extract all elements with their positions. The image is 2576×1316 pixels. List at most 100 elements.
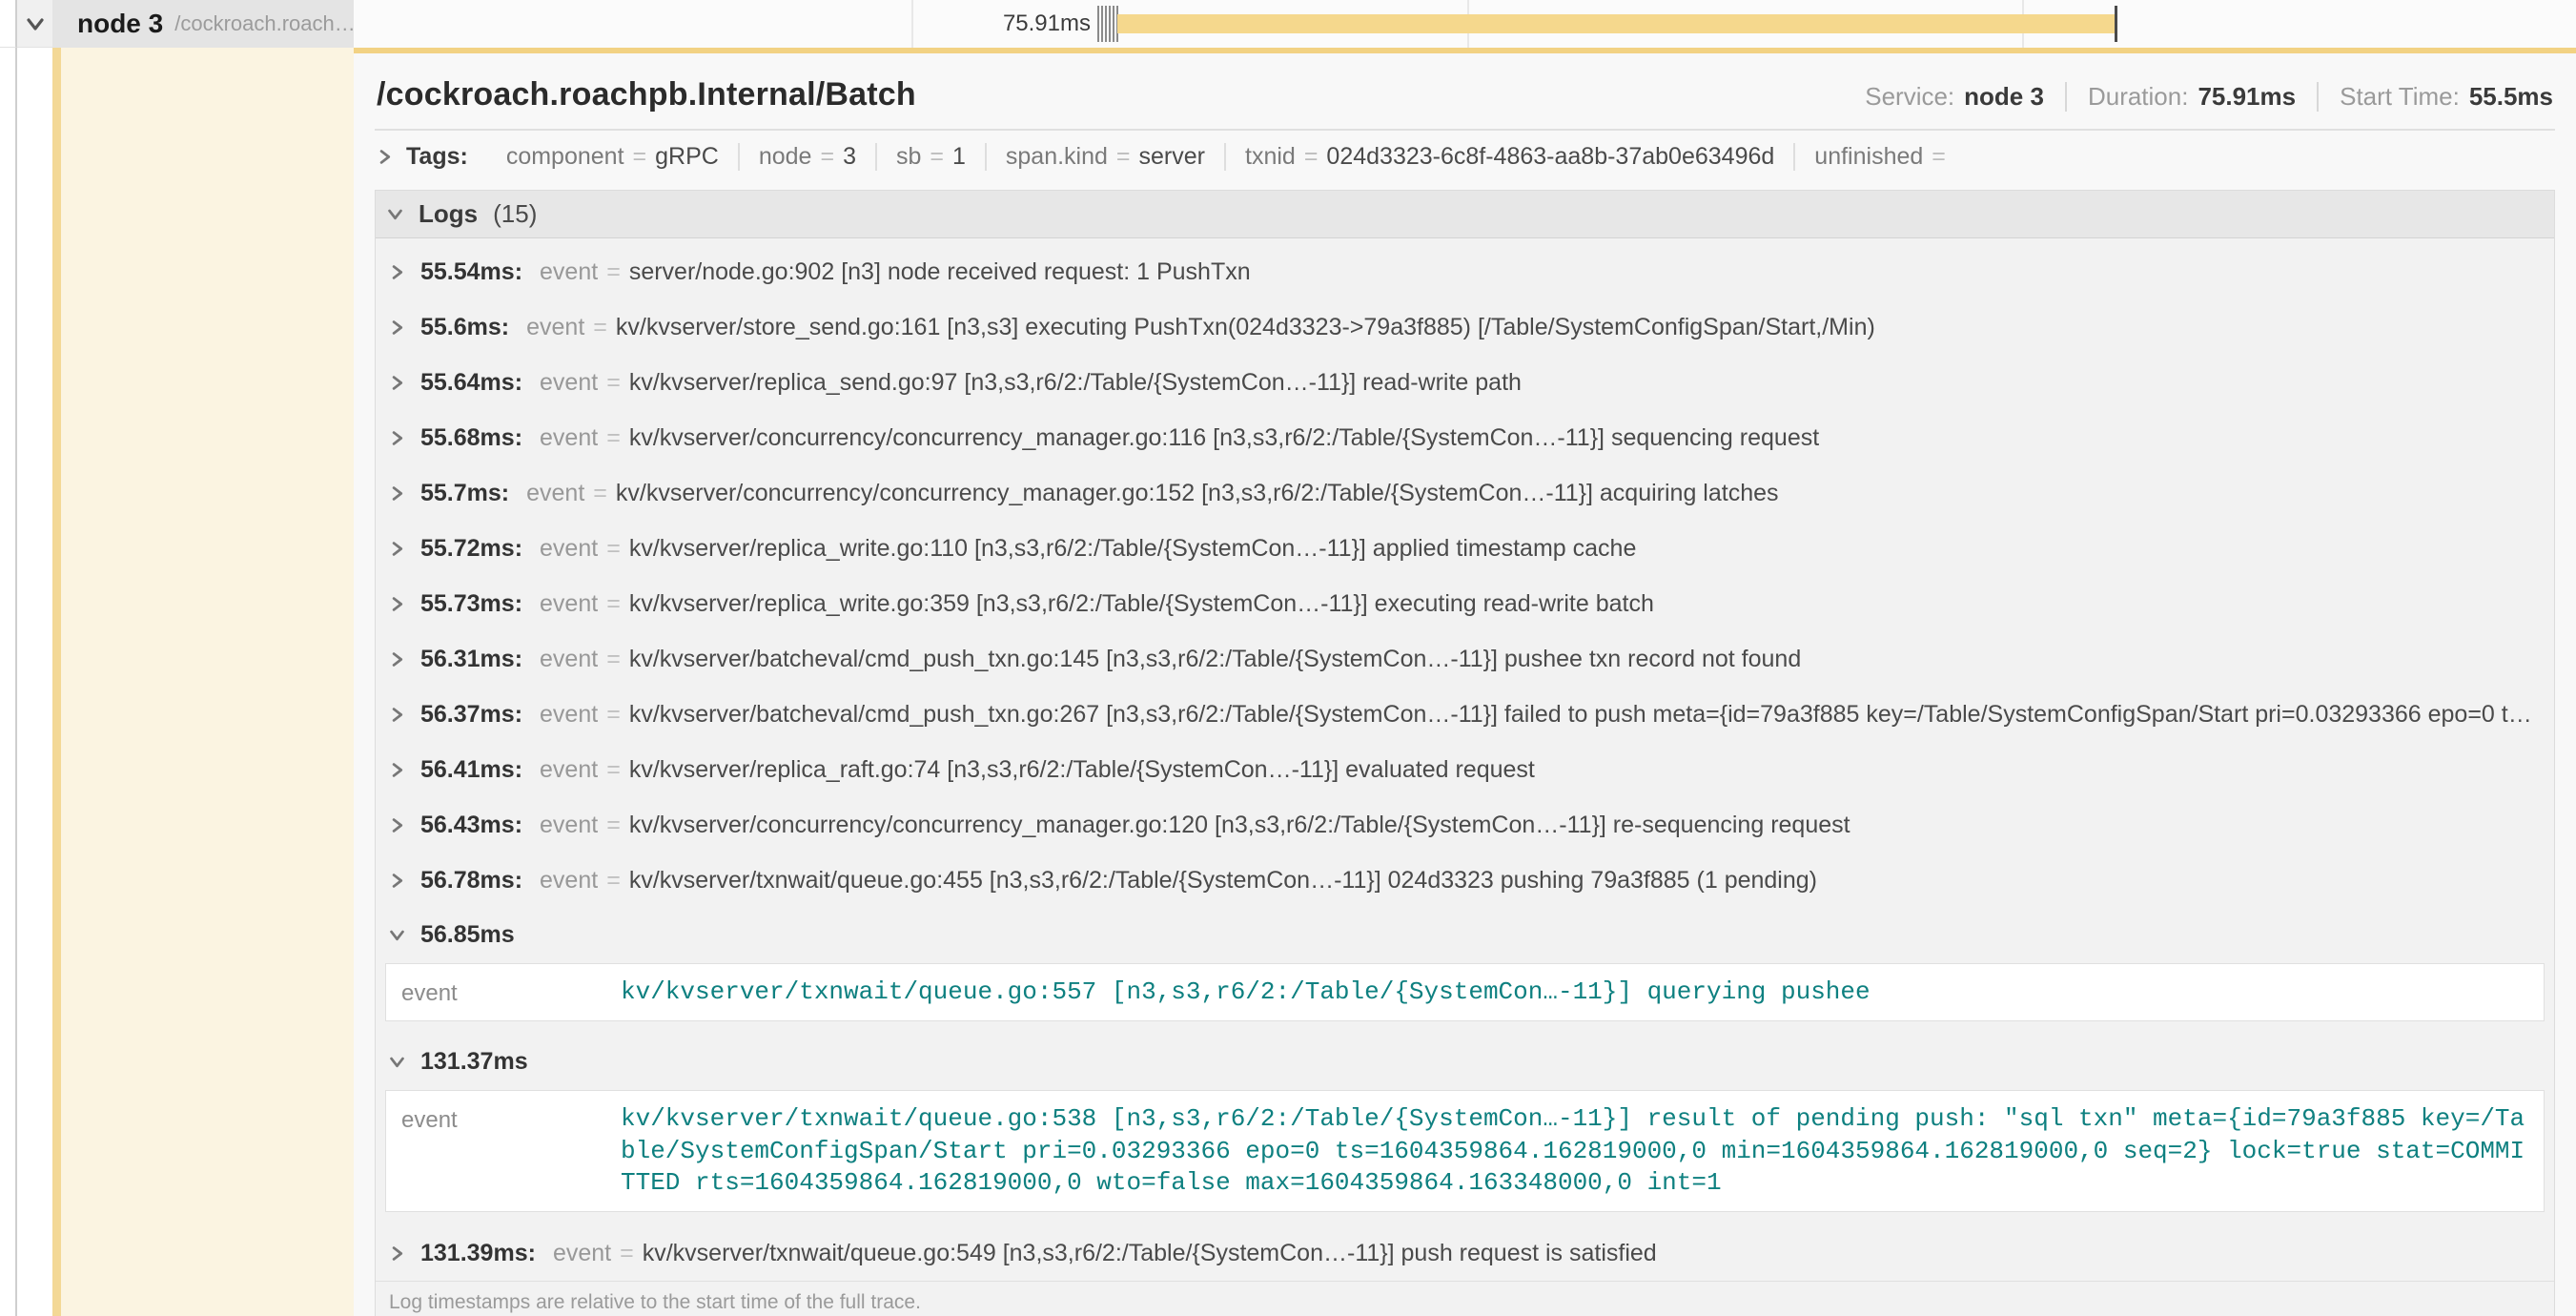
tag-key: txnid xyxy=(1245,143,1296,171)
log-field-key: event xyxy=(540,590,598,618)
chevron-right-icon xyxy=(389,1245,405,1262)
event-detail-box: eventkv/kvserver/txnwait/queue.go:557 [n… xyxy=(385,963,2545,1021)
chevron-right-icon xyxy=(389,762,405,778)
log-field-key: event xyxy=(540,812,598,839)
log-equals: = xyxy=(606,369,621,397)
log-row-expanded[interactable]: 131.37ms xyxy=(376,1035,2554,1088)
log-row[interactable]: 56.43ms: event = kv/kvserver/concurrency/co… xyxy=(376,797,2554,853)
tag-item: component=gRPC xyxy=(487,143,738,171)
span-gutter xyxy=(17,48,52,1316)
log-field-key: event xyxy=(540,646,598,673)
log-row[interactable]: 55.6ms:event=kv/kvserver/store_send.go:1… xyxy=(376,299,2554,355)
log-field-value: kv/kvserver/batcheval/cmd_push_txn.go:14… xyxy=(629,646,1801,673)
tags-accordion[interactable]: Tags: component=gRPCnode=3sb=1span.kind=… xyxy=(375,131,2555,184)
log-timestamp: 56.41ms: xyxy=(420,756,522,784)
log-row[interactable]: 55.54ms:event=server/node.go:902 [n3] no… xyxy=(376,244,2554,299)
log-field-value: kv/kvserver/replica_write.go:110 [n3,s3,… xyxy=(629,535,1637,563)
tag-item: node=3 xyxy=(738,143,875,171)
log-timestamp: 56.78ms: xyxy=(420,867,522,894)
log-equals: = xyxy=(606,756,621,784)
log-row[interactable]: 55.64ms:event=kv/kvserver/replica_send.g… xyxy=(376,355,2554,410)
logs-header[interactable]: Logs (15) xyxy=(376,191,2554,238)
span-end-marker xyxy=(2115,6,2117,42)
log-field-value: server/node.go:902 [n3] node received re… xyxy=(629,258,1251,286)
span-collapse-gutter[interactable] xyxy=(17,0,52,48)
span-name-cell[interactable]: node 3 /cockroach.roach… xyxy=(52,0,354,48)
log-field-value: kv/kvserver/concurrency/concurrency_mana… xyxy=(629,812,1850,839)
span-detail-header: /cockroach.roachpb.Internal/Batch Servic… xyxy=(375,53,2555,131)
log-tick-marks xyxy=(1097,6,1118,42)
log-timestamp: 131.37ms xyxy=(420,1048,528,1076)
log-row[interactable]: 131.39ms:event=kv/kvserver/txnwait/queue… xyxy=(376,1225,2554,1281)
tag-value: 024d3323-6c8f-4863-aa8b-37ab0e63496d xyxy=(1326,143,1774,171)
tag-equals: = xyxy=(930,143,944,171)
span-color-stripe xyxy=(52,48,61,1316)
log-field-value: kv/kvserver/txnwait/queue.go:549 [n3,s3,… xyxy=(643,1240,1657,1267)
jaeger-trace-span-view: node 3 /cockroach.roach… 75.91ms /cockro… xyxy=(0,0,2576,1316)
log-field-value: kv/kvserver/replica_write.go:359 [n3,s3,… xyxy=(629,590,1654,618)
chevron-right-icon xyxy=(389,873,405,889)
chevron-right-icon xyxy=(389,541,405,557)
log-equals: = xyxy=(606,812,621,839)
chevron-right-icon xyxy=(377,149,393,165)
event-field-value: kv/kvserver/txnwait/queue.go:538 [n3,s3,… xyxy=(621,1103,2528,1199)
log-row[interactable]: 55.72ms:event=kv/kvserver/replica_write.… xyxy=(376,521,2554,576)
log-row[interactable]: 55.7ms:event=kv/kvserver/concurrency/con… xyxy=(376,465,2554,521)
log-timestamp: 55.68ms: xyxy=(420,424,522,452)
log-equals: = xyxy=(593,314,607,341)
log-field-key: event xyxy=(540,258,598,286)
log-row[interactable]: 56.31ms:event=kv/kvserver/batcheval/cmd_… xyxy=(376,631,2554,687)
tag-item: txnid=024d3323-6c8f-4863-aa8b-37ab0e6349… xyxy=(1224,143,1793,171)
tag-key: span.kind xyxy=(1006,143,1108,171)
log-equals: = xyxy=(606,258,621,286)
logs-title: Logs xyxy=(419,199,478,229)
span-operation-name: /cockroach.roach… xyxy=(174,11,354,36)
chevron-right-icon xyxy=(389,485,405,502)
chevron-right-icon xyxy=(389,319,405,336)
tag-equals: = xyxy=(633,143,647,171)
log-timestamp: 131.39ms: xyxy=(420,1240,536,1267)
log-timestamp: 55.72ms: xyxy=(420,535,522,563)
log-row[interactable]: 56.41ms: event = kv/kvserver/replica_raft.g… xyxy=(376,742,2554,797)
chevron-down-icon xyxy=(389,927,405,943)
chevron-right-icon xyxy=(389,707,405,723)
log-row[interactable]: 55.73ms:event=kv/kvserver/replica_write.… xyxy=(376,576,2554,631)
log-row[interactable]: 56.78ms:event=kv/kvserver/txnwait/queue.… xyxy=(376,853,2554,908)
log-field-value: kv/kvserver/replica_send.go:97 [n3,s3,r6… xyxy=(629,369,1522,397)
span-detail-title: /cockroach.roachpb.Internal/Batch xyxy=(377,76,916,113)
log-field-key: event xyxy=(540,756,598,784)
log-row-expanded[interactable]: 56.85ms xyxy=(376,908,2554,961)
tags-toggle[interactable]: Tags: xyxy=(377,143,468,171)
log-field-key: event xyxy=(540,701,598,729)
log-row[interactable]: 56.37ms:event=kv/kvserver/batcheval/cmd_… xyxy=(376,687,2554,742)
event-detail-box: eventkv/kvserver/txnwait/queue.go:538 [n… xyxy=(385,1090,2545,1212)
log-field-key: event xyxy=(553,1240,611,1267)
log-timestamp: 56.37ms: xyxy=(420,701,522,729)
log-field-value: kv/kvserver/batcheval/cmd_push_txn.go:26… xyxy=(629,701,2541,729)
log-field-key: event xyxy=(540,369,598,397)
log-field-key: event xyxy=(526,480,584,507)
log-timestamp: 56.85ms xyxy=(420,921,515,949)
span-duration-bar[interactable] xyxy=(1117,14,2115,33)
timeline-gridline xyxy=(911,0,913,48)
tag-item: unfinished= xyxy=(1793,143,1973,171)
span-timeline-track[interactable]: 75.91ms xyxy=(354,0,2576,48)
tag-key: component xyxy=(506,143,624,171)
log-equals: = xyxy=(606,867,621,894)
log-row[interactable]: 55.68ms:event=kv/kvserver/concurrency/co… xyxy=(376,410,2554,465)
log-field-key: event xyxy=(526,314,584,341)
log-field-value: kv/kvserver/concurrency/concurrency_mana… xyxy=(629,424,1819,452)
event-field-key: event xyxy=(401,977,621,1008)
span-service-name: node 3 xyxy=(77,9,163,39)
log-timestamp: 55.73ms: xyxy=(420,590,522,618)
logs-footer-note: Log timestamps are relative to the start… xyxy=(376,1281,2554,1316)
log-timestamp: 56.31ms: xyxy=(420,646,522,673)
log-timestamp: 55.7ms: xyxy=(420,480,509,507)
span-detail-indent-column xyxy=(52,48,354,1316)
timeline-left-rail xyxy=(0,0,17,48)
span-detail-panel: /cockroach.roachpb.Internal/Batch Servic… xyxy=(354,48,2576,1316)
chevron-down-icon xyxy=(26,14,45,33)
span-duration-label: 75.91ms xyxy=(1003,10,1091,37)
log-timestamp: 56.43ms: xyxy=(420,812,522,839)
log-field-value: kv/kvserver/replica_raft.go:74 [n3,s3,r6… xyxy=(629,756,1535,784)
